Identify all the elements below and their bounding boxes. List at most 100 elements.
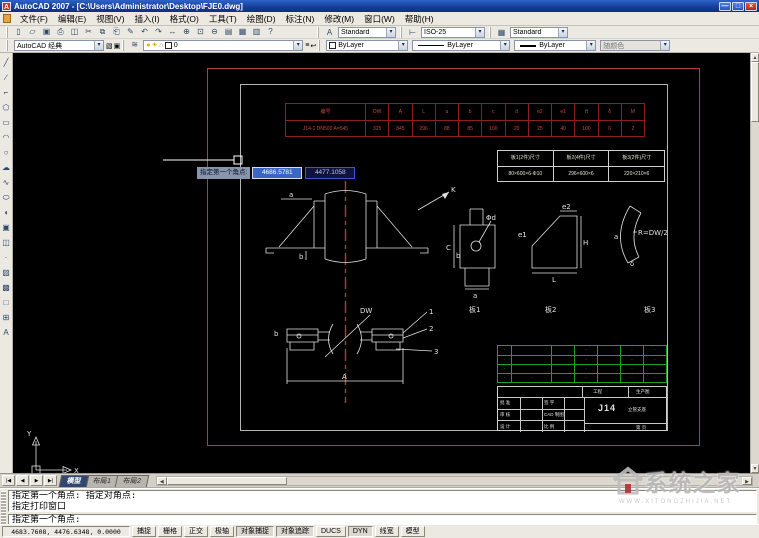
chevron-down-icon[interactable]: ▾ <box>586 41 595 50</box>
menu-item[interactable]: 帮助(H) <box>400 13 439 25</box>
tb-zoom-previous[interactable]: ⊖ <box>208 27 221 38</box>
draw-table[interactable]: ⊞ <box>0 311 12 326</box>
chevron-down-icon[interactable]: ▾ <box>475 28 484 37</box>
text-style-combo[interactable]: Standard ▾ <box>338 27 396 38</box>
menu-item[interactable]: 修改(M) <box>319 13 359 25</box>
draw-polygon[interactable]: ⬠ <box>0 101 12 116</box>
tab-nav-button[interactable]: ▶ <box>30 475 43 486</box>
tb-new[interactable]: ▯ <box>12 27 25 38</box>
coordinate-display[interactable]: 4683.7608, 4476.6348, 0.0000 <box>2 526 130 537</box>
draw-circle[interactable]: ○ <box>0 146 12 161</box>
vertical-scroll-thumb[interactable] <box>751 62 759 122</box>
draw-region[interactable]: □ <box>0 296 12 311</box>
tb-zoom-window[interactable]: ⊡ <box>194 27 207 38</box>
scroll-left-icon[interactable]: ◀ <box>157 477 167 485</box>
tb-copy[interactable]: ⧉ <box>96 27 109 38</box>
draw-revision-cloud[interactable]: ☁ <box>0 161 12 176</box>
tb-help[interactable]: ? <box>264 27 277 38</box>
dim-style-combo[interactable]: ISO-25 ▾ <box>421 27 485 38</box>
menu-item[interactable]: 标注(N) <box>281 13 320 25</box>
maximize-button[interactable]: □ <box>732 2 744 11</box>
tb-redo[interactable]: ↷ <box>152 27 165 38</box>
layer-on-bulb-icon[interactable]: ● <box>146 41 150 50</box>
chevron-down-icon[interactable]: ▾ <box>558 28 567 37</box>
command-window-grip[interactable] <box>1 491 6 524</box>
dynamic-input-y-field[interactable]: 4477.1058 <box>305 167 355 179</box>
tb-undo[interactable]: ↶ <box>138 27 151 38</box>
status-toggle[interactable]: 捕捉 <box>132 526 156 537</box>
tb-plot[interactable]: ⎙ <box>54 27 67 38</box>
draw-gradient[interactable]: ▩ <box>0 281 12 296</box>
table-style-combo[interactable]: Standard ▾ <box>510 27 568 38</box>
draw-ellipse[interactable]: ⬭ <box>0 191 12 206</box>
chevron-down-icon[interactable]: ▾ <box>293 41 302 50</box>
status-toggle[interactable]: 对象捕捉 <box>236 526 274 537</box>
scroll-up-icon[interactable]: ▲ <box>751 53 759 62</box>
horizontal-scroll-thumb[interactable] <box>167 477 287 485</box>
tb-designcenter[interactable]: ▦ <box>236 27 249 38</box>
lineweight-combo[interactable]: ByLayer ▾ <box>514 40 596 51</box>
chevron-down-icon[interactable]: ▾ <box>398 41 407 50</box>
draw-spline[interactable]: ∿ <box>0 176 12 191</box>
horizontal-scrollbar[interactable]: ◀ ▶ <box>156 476 753 486</box>
chevron-down-icon[interactable]: ▾ <box>500 41 509 50</box>
menu-item[interactable]: 插入(I) <box>130 13 165 25</box>
toolbar-grip[interactable] <box>400 27 404 38</box>
plot-style-combo[interactable]: 随颜色 ▾ <box>600 40 670 51</box>
workspace-combo[interactable]: AutoCAD 经典 ▾ <box>14 40 104 51</box>
draw-arc[interactable]: ◠ <box>0 131 12 146</box>
status-toggle[interactable]: DUCS <box>316 526 346 537</box>
tb-match-properties[interactable]: ✎ <box>124 27 137 38</box>
chevron-down-icon[interactable]: ▾ <box>94 41 103 50</box>
menu-item[interactable]: 绘图(D) <box>242 13 281 25</box>
tb-zoom-realtime[interactable]: ⊕ <box>180 27 193 38</box>
vertical-scrollbar[interactable]: ▲ ▼ <box>750 53 759 473</box>
draw-point[interactable]: · <box>0 251 12 266</box>
toolbar-grip[interactable] <box>6 40 10 51</box>
dynamic-input-x-field[interactable]: 4686.5781 <box>252 167 302 179</box>
draw-make-block[interactable]: ◫ <box>0 236 12 251</box>
status-toggle[interactable]: 线宽 <box>375 526 399 537</box>
drawing-canvas[interactable]: K a b DW 1 2 3 A b Φd C b <box>13 53 750 473</box>
tb-layer-previous[interactable]: ↩ <box>310 42 316 50</box>
menu-item[interactable]: 窗口(W) <box>359 13 400 25</box>
tb-plot-preview[interactable]: ◫ <box>68 27 81 38</box>
layer-properties-icon[interactable]: ≋ <box>128 40 141 51</box>
status-toggle[interactable]: 正交 <box>184 526 208 537</box>
close-button[interactable]: × <box>745 2 757 11</box>
tb-cut[interactable]: ✂ <box>82 27 95 38</box>
draw-ellipse-arc[interactable]: ◖ <box>0 206 12 221</box>
toolbar-grip[interactable] <box>318 40 322 51</box>
draw-rectangle[interactable]: ▭ <box>0 116 12 131</box>
status-toggle[interactable]: 栅格 <box>158 526 182 537</box>
menu-item[interactable]: 工具(T) <box>204 13 242 25</box>
linetype-combo[interactable]: ByLayer ▾ <box>412 40 510 51</box>
tb-tool-palettes[interactable]: ▥ <box>250 27 263 38</box>
color-combo[interactable]: ByLayer ▾ <box>326 40 408 51</box>
toolbar-grip[interactable] <box>489 27 493 38</box>
tab-nav-button[interactable]: ▶| <box>44 475 57 486</box>
layer-color-swatch[interactable] <box>165 42 172 49</box>
layout-tab[interactable]: 模型 <box>59 475 90 487</box>
tb-paste[interactable]: ⎗ <box>110 27 123 38</box>
layer-lock-icon[interactable]: ∩ <box>159 41 164 50</box>
command-history[interactable]: 指定第一个角点: 指定对角点: 指定打印窗口 <box>8 490 757 512</box>
chevron-down-icon[interactable]: ▾ <box>660 41 669 50</box>
draw-insert-block[interactable]: ▣ <box>0 221 12 236</box>
status-toggle[interactable]: 极轴 <box>210 526 234 537</box>
scroll-down-icon[interactable]: ▼ <box>751 464 759 473</box>
status-toggle[interactable]: DYN <box>348 526 373 537</box>
layout-tab[interactable]: 布局2 <box>115 475 149 487</box>
tb-open[interactable]: ▱ <box>26 27 39 38</box>
toolbar-grip[interactable] <box>317 27 321 38</box>
chevron-down-icon[interactable]: ▾ <box>386 28 395 37</box>
layer-combo[interactable]: ● ☀ ∩ 0 ▾ <box>143 40 303 51</box>
menu-item[interactable]: 视图(V) <box>91 13 129 25</box>
menu-item[interactable]: 文件(F) <box>15 13 53 25</box>
draw-construction-line[interactable]: ∕ <box>0 71 12 86</box>
toolbar-grip[interactable] <box>122 40 126 51</box>
title-bar[interactable]: A AutoCAD 2007 - [C:\Users\Administrator… <box>0 0 759 12</box>
menu-item[interactable]: 编辑(E) <box>53 13 91 25</box>
status-toggle[interactable]: 模型 <box>401 526 425 537</box>
tb-save[interactable]: ▣ <box>40 27 53 38</box>
